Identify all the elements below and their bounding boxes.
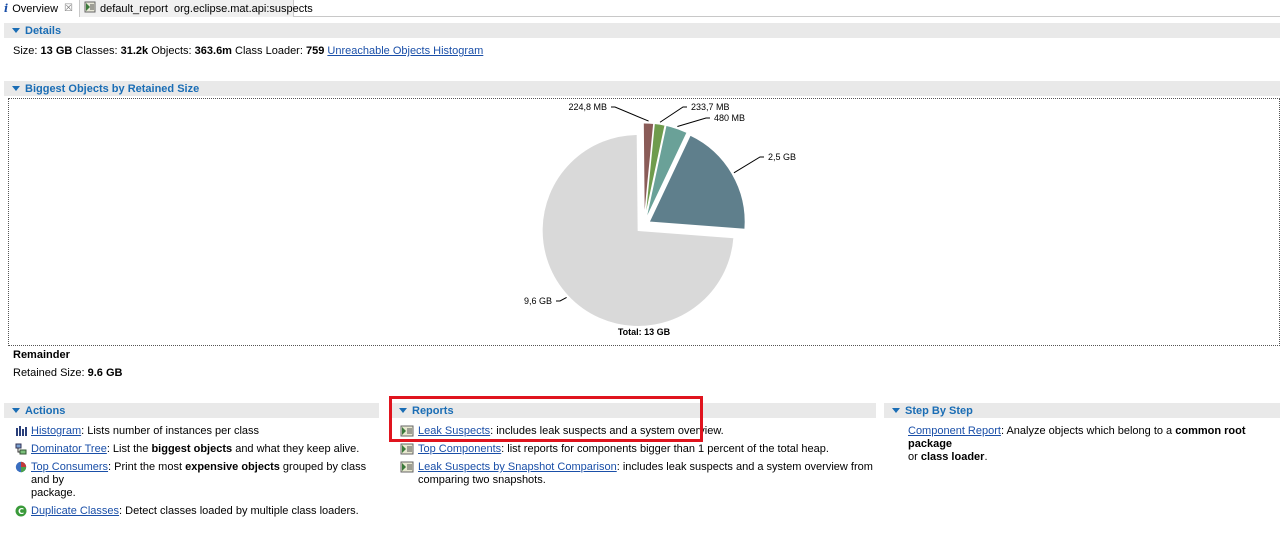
pie-slice-label: 224,8 MB — [568, 102, 607, 112]
duplicate-classes-icon: C — [15, 505, 27, 517]
collapse-triangle-icon — [12, 28, 20, 33]
highlight-box — [389, 396, 703, 442]
editor-tab-bar: i Overview ☒ default_report org.eclipse.… — [0, 0, 1280, 17]
report-icon — [400, 461, 414, 473]
pie-chart: 224,8 MB 233,7 MB480 MB 2,5 GB 9,6 GB Total:… — [524, 102, 796, 337]
item-description: : includes leak suspects and a system ov… — [616, 461, 873, 473]
report-icon — [400, 443, 414, 455]
dominator-tree-icon — [15, 443, 27, 455]
list-item: Dominator Tree: List the biggest objects… — [15, 443, 380, 456]
dominator-tree-link[interactable]: Dominator Tree — [31, 443, 107, 455]
pie-leader-line — [677, 117, 710, 127]
leak-suspects-comparison-link[interactable]: Leak Suspects by Snapshot Comparison — [418, 461, 617, 473]
list-item: Histogram: Lists number of instances per… — [15, 425, 380, 438]
item-description: : List the — [106, 443, 152, 455]
list-item: Leak Suspects by Snapshot Comparison: in… — [400, 461, 880, 487]
pie-leader-line — [556, 296, 567, 302]
item-description: . — [984, 451, 988, 463]
list-item: Top Components: list reports for compone… — [400, 443, 880, 456]
details-summary: Size: 13 GB Classes: 31.2k Objects: 363.… — [13, 45, 483, 57]
actions-section-header[interactable]: Actions — [4, 403, 379, 418]
pie-slice-label: 2,5 GB — [768, 152, 796, 162]
step-by-step-item: Component Report: Analyze objects which … — [908, 425, 1278, 464]
top-consumers-icon — [15, 461, 27, 473]
report-icon — [84, 1, 96, 16]
tab-label: default_report org.eclipse.mat.api:suspe… — [100, 2, 313, 15]
item-description: comparing two snapshots. — [418, 474, 546, 486]
class-loader-value: 759 — [305, 45, 325, 57]
item-emphasis: biggest objects — [151, 443, 233, 455]
collapse-triangle-icon — [892, 408, 900, 413]
actions-list: Histogram: Lists number of instances per… — [15, 425, 380, 518]
item-description: : list reports for components bigger tha… — [501, 443, 829, 455]
pie-slice-label: 233,7 MB — [691, 102, 730, 112]
remainder-retained-size: Retained Size: 9.6 GB — [13, 367, 122, 379]
item-description: : Detect classes loaded by multiple clas… — [119, 505, 359, 517]
item-description: and what they keep alive. — [232, 443, 360, 455]
item-description: : Print the most — [108, 461, 186, 473]
section-title: Actions — [25, 404, 66, 417]
classes-label: Classes: — [75, 45, 118, 57]
pie-leader-line — [733, 156, 764, 174]
info-icon: i — [4, 2, 9, 15]
item-description: : Lists number of instances per class — [81, 425, 260, 437]
component-report-link[interactable]: Component Report — [908, 425, 1001, 437]
class-loader-label: Class Loader: — [235, 45, 303, 57]
item-emphasis: expensive objects — [185, 461, 280, 473]
list-item: Top Consumers: Print the most expensive … — [15, 461, 380, 500]
retained-size-label: Retained Size: — [13, 367, 85, 379]
pie-total-label: Total: 13 GB — [618, 327, 671, 337]
top-components-link[interactable]: Top Components — [418, 443, 501, 455]
pie-slice-label: 9,6 GB — [524, 296, 552, 306]
tab-default-report[interactable]: default_report org.eclipse.mat.api:suspe… — [80, 0, 313, 17]
step-by-step-section-header[interactable]: Step By Step — [884, 403, 1280, 418]
duplicate-classes-link[interactable]: Duplicate Classes — [31, 505, 119, 517]
size-label: Size: — [13, 45, 38, 57]
item-description: or — [908, 451, 921, 463]
list-item: C Duplicate Classes: Detect classes load… — [15, 505, 380, 518]
size-value: 13 GB — [40, 45, 73, 57]
pie-leader-line — [611, 106, 649, 122]
collapse-triangle-icon — [12, 408, 20, 413]
svg-text:C: C — [18, 507, 24, 516]
histogram-link[interactable]: Histogram — [31, 425, 81, 437]
objects-value: 363.6m — [194, 45, 232, 57]
classes-value: 31.2k — [120, 45, 149, 57]
pie-slice-label: 480 MB — [714, 113, 745, 123]
collapse-triangle-icon — [12, 86, 20, 91]
section-title: Biggest Objects by Retained Size — [25, 82, 200, 95]
histogram-icon — [15, 425, 27, 437]
retained-size-value: 9.6 GB — [87, 367, 123, 379]
item-description: package. — [31, 487, 76, 499]
item-description: : Analyze objects which belong to a — [1000, 425, 1176, 437]
section-title: Step By Step — [905, 404, 973, 417]
biggest-objects-section-header[interactable]: Biggest Objects by Retained Size — [4, 81, 1280, 96]
objects-label: Objects: — [151, 45, 192, 57]
unreachable-objects-histogram-link[interactable]: Unreachable Objects Histogram — [327, 45, 483, 57]
pie-leader-line — [659, 106, 687, 123]
details-section-header[interactable]: Details — [4, 23, 1280, 38]
section-title: Details — [25, 24, 62, 37]
remainder-title: Remainder — [13, 349, 70, 361]
tab-overview[interactable]: i Overview ☒ — [0, 0, 80, 17]
pie-chart-container: 224,8 MB 233,7 MB 480 MB 2,5 GB 9,6 GB Total:… — [8, 98, 1280, 346]
tab-label: Overview — [12, 2, 59, 15]
close-icon[interactable]: ☒ — [64, 3, 73, 14]
item-emphasis: class loader — [920, 451, 985, 463]
top-consumers-link[interactable]: Top Consumers — [31, 461, 108, 473]
